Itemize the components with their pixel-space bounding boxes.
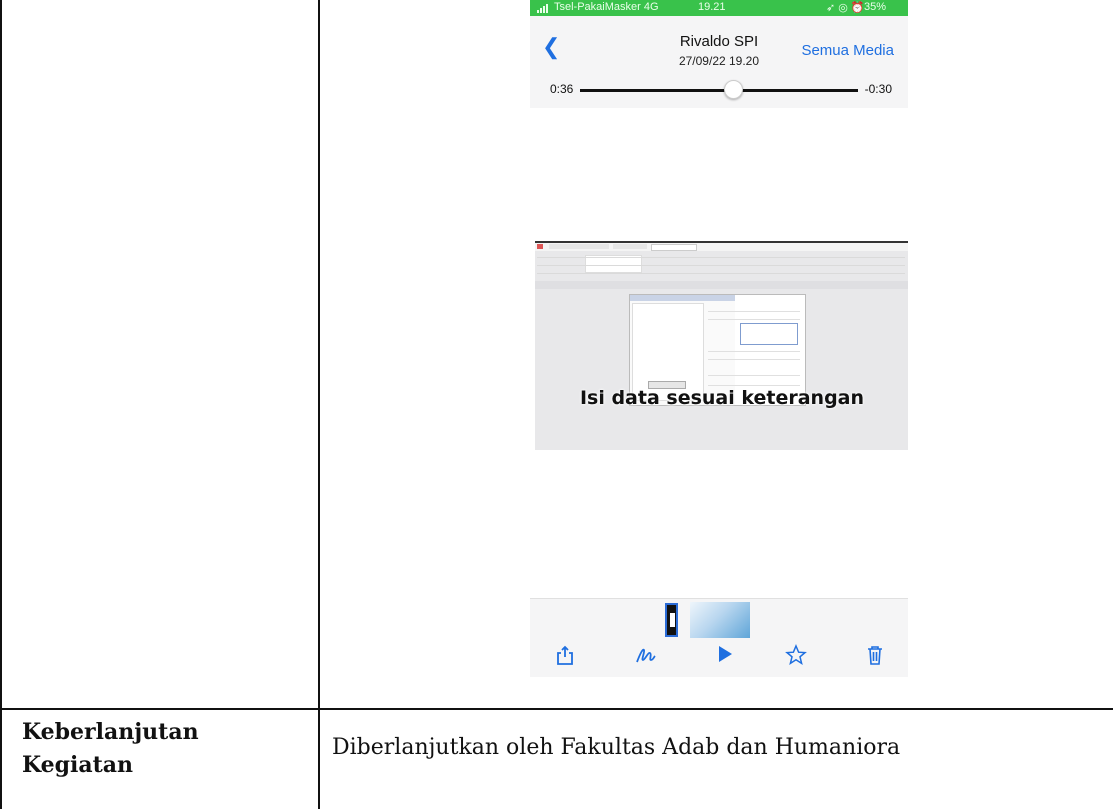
dialog-field <box>708 319 800 320</box>
video-caption: Isi data sesuai keterangan <box>579 387 865 409</box>
carrier-label: Tsel-PakaiMasker 4G <box>554 1 659 13</box>
video-frame: Isi data sesuai keterangan <box>535 241 908 450</box>
row-label-line-1: Keberlanjutan <box>22 719 199 745</box>
bottom-toolbar <box>530 598 908 677</box>
row-label-line-2: Kegiatan <box>22 752 134 778</box>
status-icons: ➶ ◎ ⏰ <box>826 2 865 14</box>
favorite-star-icon[interactable] <box>783 644 809 670</box>
table-border-middle <box>318 0 320 809</box>
status-bar: Tsel-PakaiMasker 4G 19.21 ➶ ◎ ⏰ 35% <box>530 0 908 16</box>
dialog-field <box>708 359 800 360</box>
video-scrubber[interactable]: 0:36 -0:30 <box>530 76 908 108</box>
form-row <box>537 273 905 274</box>
all-media-button[interactable]: Semua Media <box>801 42 894 59</box>
table-row-divider <box>0 708 1113 710</box>
remaining-time: -0:30 <box>864 82 892 96</box>
row-value: Diberlanjutkan oleh Fakultas Adab dan Hu… <box>332 735 901 760</box>
thumbnail-next[interactable] <box>690 602 750 638</box>
dialog-field <box>708 351 800 352</box>
scrubber-knob[interactable] <box>723 80 743 99</box>
play-icon[interactable] <box>712 644 738 670</box>
signal-icon <box>537 1 549 13</box>
form-row <box>537 265 905 266</box>
nav-bar: ❮ Rivaldo SPI 27/09/22 19.20 Semua Media <box>530 16 908 76</box>
trash-icon[interactable] <box>862 644 888 670</box>
table-border-left <box>0 0 2 809</box>
dialog-field <box>708 385 800 386</box>
phone-screenshot: Tsel-PakaiMasker 4G 19.21 ➶ ◎ ⏰ 35% ❮ Ri… <box>530 0 908 677</box>
share-icon[interactable] <box>552 644 578 670</box>
battery-level: 35% <box>864 1 887 13</box>
dialog-field <box>708 375 800 376</box>
form-row <box>537 257 905 258</box>
thumbnail-current[interactable] <box>665 603 678 637</box>
dialog-field <box>708 311 800 312</box>
scrubber-track[interactable] <box>580 89 858 92</box>
desktop-grid-header <box>535 281 908 289</box>
desktop-tab-bar <box>535 243 908 251</box>
row-label: Keberlanjutan Kegiatan <box>22 716 292 782</box>
status-time: 19.21 <box>698 1 726 13</box>
elapsed-time: 0:36 <box>550 82 574 96</box>
dialog-dropdown-list <box>740 323 798 345</box>
markup-icon[interactable] <box>633 644 659 670</box>
